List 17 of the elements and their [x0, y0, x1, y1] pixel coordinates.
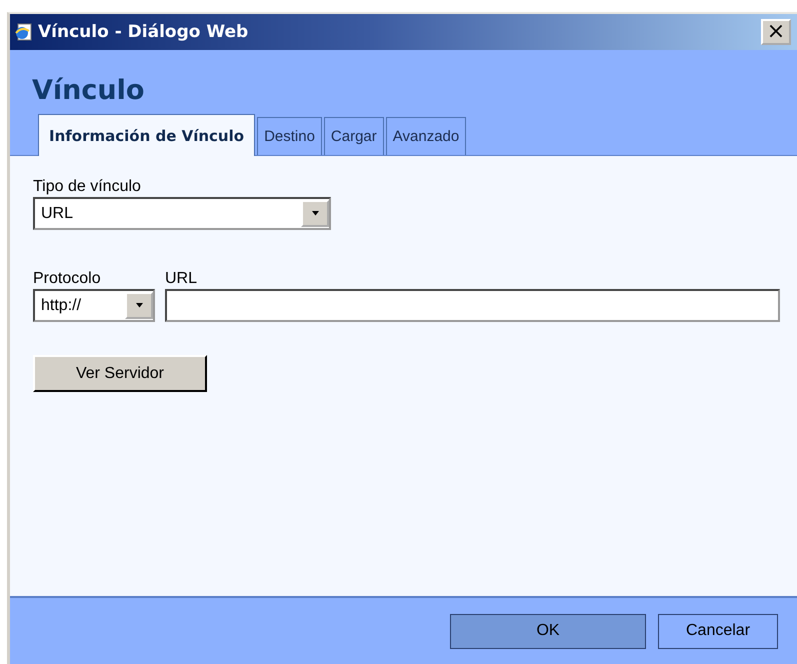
link-type-dropdown[interactable]: URL [33, 197, 331, 230]
url-input-field[interactable] [165, 289, 780, 322]
tab[interactable]: Cargar [324, 117, 384, 155]
tab[interactable]: Avanzado [386, 117, 466, 155]
dialog-button[interactable]: Cancelar [658, 614, 778, 648]
protocol-dropdown[interactable]: http:// [33, 289, 155, 322]
field-label: Protocolo [33, 270, 101, 288]
tab[interactable]: Destino [257, 117, 322, 155]
field-label: Tipo de vínculo [33, 178, 141, 196]
tab[interactable]: Información de Vínculo [38, 114, 256, 156]
dialog-button[interactable]: OK [450, 614, 646, 648]
dialog-heading: Vínculo [31, 75, 146, 108]
window-title: Vínculo - Diálogo Web [38, 22, 250, 42]
close-button[interactable]: × [761, 19, 791, 45]
globe-page-icon [14, 23, 32, 41]
browse-server-button[interactable]: Ver Servidor [33, 355, 207, 392]
field-label: URL [165, 270, 198, 288]
